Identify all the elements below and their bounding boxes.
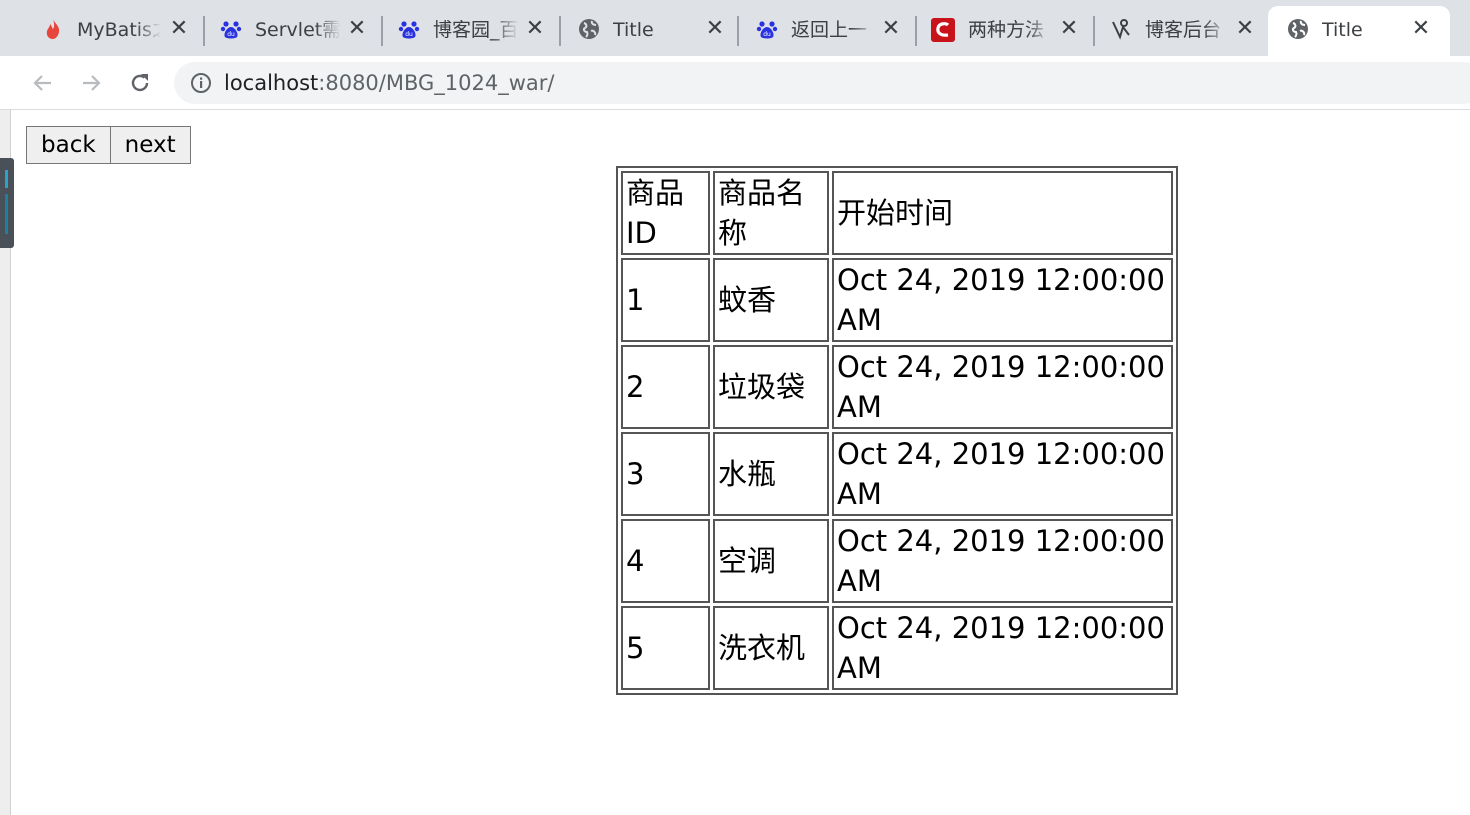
globe-icon — [578, 18, 600, 40]
pager-buttons: back next — [26, 126, 191, 164]
close-icon[interactable]: ✕ — [344, 16, 370, 42]
table-row: 5 洗衣机 Oct 24, 2019 12:00:00 AM — [621, 606, 1173, 690]
tab-servlet[interactable]: du Servlet需 ✕ — [204, 6, 383, 56]
tab-mybatis[interactable]: MyBatis之 ✕ — [0, 6, 205, 56]
table-row: 2 垃圾袋 Oct 24, 2019 12:00:00 AM — [621, 345, 1173, 429]
cell-id: 5 — [621, 606, 710, 690]
back-button[interactable]: back — [26, 126, 111, 164]
svg-text:du: du — [227, 31, 235, 38]
browser-toolbar: localhost:8080/MBG_1024_war/ — [0, 56, 1470, 110]
tab-title: 博客后台 — [1145, 19, 1222, 41]
tab-title-1[interactable]: Title ✕ — [560, 6, 739, 56]
close-icon[interactable]: ✕ — [166, 16, 192, 42]
url-host: localhost — [224, 71, 319, 95]
tab-blog-admin[interactable]: 博客后台 ✕ — [1094, 6, 1268, 56]
url-path: :8080/MBG_1024_war/ — [318, 71, 555, 95]
url-text[interactable]: localhost:8080/MBG_1024_war/ — [224, 70, 555, 96]
globe-icon — [1287, 18, 1309, 40]
svg-text:du: du — [405, 31, 413, 38]
cell-id: 3 — [621, 432, 710, 516]
column-header: 开始时间 — [832, 171, 1173, 255]
table-row: 1 蚊香 Oct 24, 2019 12:00:00 AM — [621, 258, 1173, 342]
cell-start-time: Oct 24, 2019 12:00:00 AM — [832, 432, 1173, 516]
cell-name: 洗衣机 — [713, 606, 829, 690]
close-icon[interactable]: ✕ — [702, 16, 728, 42]
table-header-row: 商品ID 商品名称 开始时间 — [621, 171, 1173, 255]
tab-cnblogs-baidu[interactable]: du 博客园_百 ✕ — [382, 6, 561, 56]
flame-icon — [42, 18, 64, 40]
widget-indicator — [5, 194, 8, 234]
cell-start-time: Oct 24, 2019 12:00:00 AM — [832, 606, 1173, 690]
tab-two-methods[interactable]: 两种方法 ✕ — [916, 6, 1095, 56]
close-icon[interactable]: ✕ — [1408, 16, 1434, 42]
tab-title: 两种方法 — [968, 19, 1045, 41]
tab-title: Title — [1322, 19, 1363, 41]
cell-name: 空调 — [713, 519, 829, 603]
cell-start-time: Oct 24, 2019 12:00:00 AM — [832, 345, 1173, 429]
back-arrow-icon[interactable] — [26, 66, 60, 100]
close-icon[interactable]: ✕ — [878, 16, 904, 42]
cell-name: 水瓶 — [713, 432, 829, 516]
table-row: 4 空调 Oct 24, 2019 12:00:00 AM — [621, 519, 1173, 603]
cell-id: 4 — [621, 519, 710, 603]
address-bar[interactable]: localhost:8080/MBG_1024_war/ — [174, 62, 1470, 104]
side-widget[interactable] — [0, 158, 14, 248]
tab-title: 返回上一 — [791, 19, 868, 41]
reload-icon[interactable] — [123, 66, 157, 100]
cell-name: 垃圾袋 — [713, 345, 829, 429]
close-icon[interactable]: ✕ — [522, 16, 548, 42]
tab-strip: MyBatis之 ✕ du Servlet需 ✕ du 博客园_百 ✕ Titl… — [0, 0, 1470, 56]
tab-title: MyBatis之 — [77, 19, 161, 41]
column-header: 商品ID — [621, 171, 710, 255]
cell-id: 1 — [621, 258, 710, 342]
tab-title: Servlet需 — [255, 19, 341, 41]
forward-arrow-icon[interactable] — [74, 66, 108, 100]
product-table: 商品ID 商品名称 开始时间 1 蚊香 Oct 24, 2019 12:00:0… — [616, 166, 1178, 695]
close-icon[interactable]: ✕ — [1232, 16, 1258, 42]
widget-indicator — [5, 170, 8, 188]
cell-start-time: Oct 24, 2019 12:00:00 AM — [832, 519, 1173, 603]
next-button[interactable]: next — [110, 126, 191, 164]
cell-start-time: Oct 24, 2019 12:00:00 AM — [832, 258, 1173, 342]
cell-name: 蚊香 — [713, 258, 829, 342]
table-row: 3 水瓶 Oct 24, 2019 12:00:00 AM — [621, 432, 1173, 516]
baidu-paw-icon: du — [398, 18, 420, 40]
baidu-paw-icon: du — [756, 18, 778, 40]
tab-title: 博客园_百 — [433, 19, 519, 41]
cnblogs-icon — [1110, 18, 1132, 40]
cell-id: 2 — [621, 345, 710, 429]
tab-title: Title — [613, 19, 654, 41]
close-icon[interactable]: ✕ — [1056, 16, 1082, 42]
baidu-paw-icon: du — [220, 18, 242, 40]
column-header: 商品名称 — [713, 171, 829, 255]
info-icon[interactable] — [190, 72, 212, 94]
tab-title-active[interactable]: Title ✕ — [1268, 6, 1450, 56]
svg-text:du: du — [763, 31, 771, 38]
csdn-icon — [931, 18, 955, 42]
tab-return-previous[interactable]: du 返回上一 ✕ — [738, 6, 917, 56]
